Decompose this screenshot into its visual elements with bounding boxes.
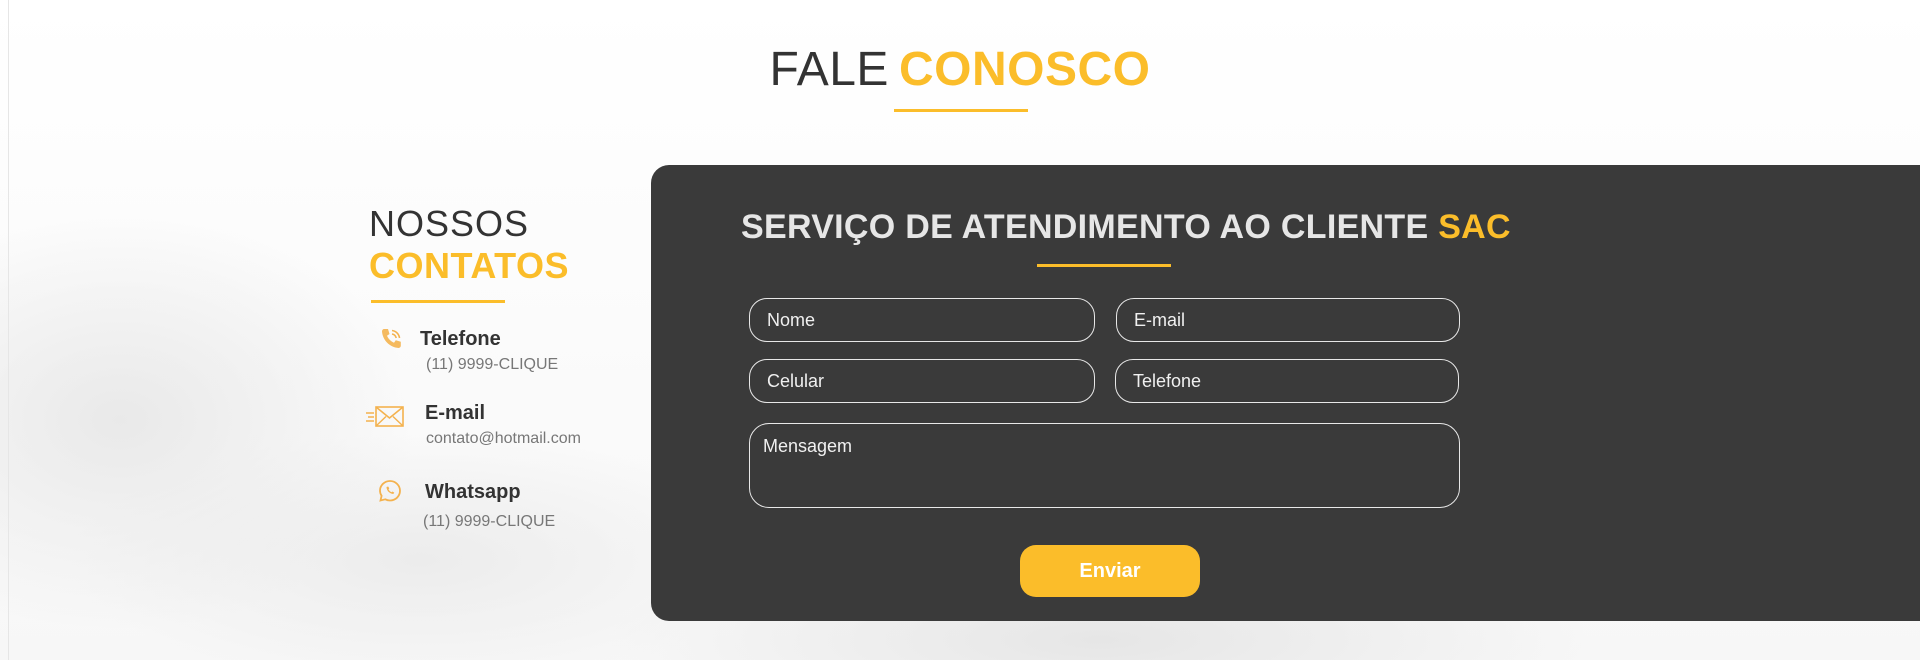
contact-phone-label: Telefone (420, 328, 501, 350)
contact-email-label: E-mail (425, 402, 486, 424)
contacts-heading-part1: NOSSOS (369, 203, 530, 244)
sac-form-title-text: SERVIÇO DE ATENDIMENTO AO CLIENTE (741, 208, 1429, 246)
cell-input[interactable] (749, 359, 1095, 403)
section-title-underline (894, 109, 1028, 112)
contacts-heading: NOSSOS CONTATOS (369, 203, 569, 287)
whatsapp-icon (377, 478, 403, 504)
contacts-heading-underline (371, 300, 505, 303)
phone-icon (378, 326, 404, 352)
sac-form-title: SERVIÇO DE ATENDIMENTO AO CLIENTE SAC (741, 208, 1511, 247)
contact-whatsapp-value: (11) 9999-CLIQUE (423, 513, 556, 530)
sac-form-title-highlight: SAC (1438, 208, 1511, 246)
envelope-icon (365, 403, 405, 431)
send-button[interactable]: Enviar (1020, 545, 1200, 597)
name-input[interactable] (749, 298, 1095, 342)
message-textarea[interactable] (749, 423, 1460, 508)
sac-form-title-underline (1037, 264, 1171, 267)
phone-input[interactable] (1115, 359, 1459, 403)
contact-email-value: contato@hotmail.com (426, 430, 581, 447)
section-title-part2: CONOSCO (898, 43, 1151, 96)
contact-whatsapp-label: Whatsapp (425, 481, 521, 503)
contacts-heading-part2: CONTATOS (369, 245, 569, 286)
section-title-part1: FALE (769, 43, 889, 96)
contact-phone-value: (11) 9999-CLIQUE (426, 356, 559, 373)
email-input[interactable] (1116, 298, 1460, 342)
section-title: FALE CONOSCO (0, 40, 1920, 100)
